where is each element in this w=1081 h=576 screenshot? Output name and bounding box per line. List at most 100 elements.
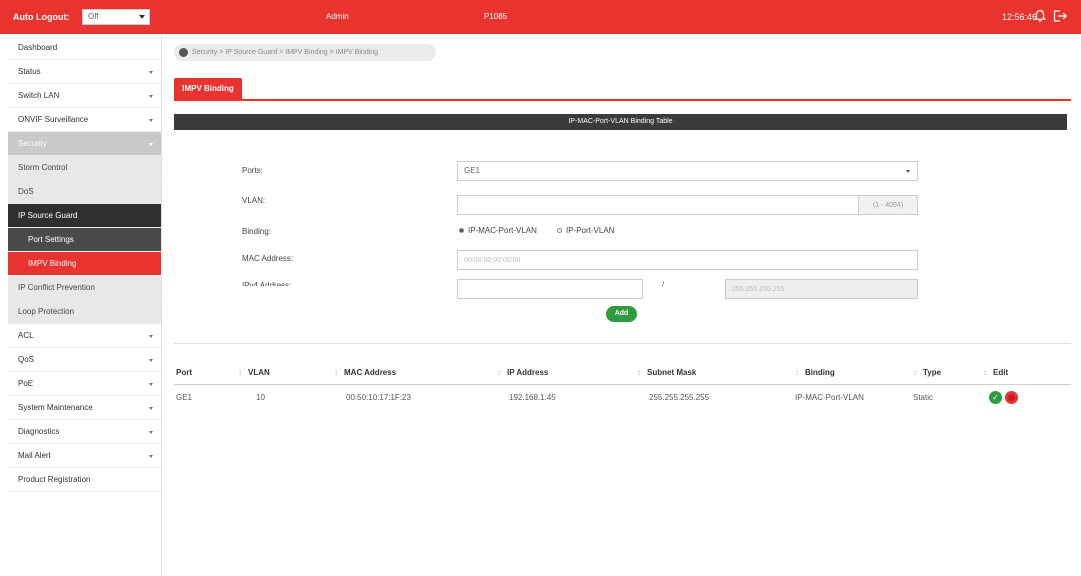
col-header-mac[interactable]: ↕ MAC Address: [332, 362, 495, 385]
chevron-down-icon: [149, 455, 153, 458]
col-header-binding[interactable]: ↕ Binding: [793, 362, 911, 385]
breadcrumb: Security > IP Source Guard > IMPV Bindin…: [174, 44, 436, 61]
sidebar-item-port-settings[interactable]: Port Settings: [8, 228, 161, 252]
panel-title: IP-MAC-Port-VLAN Binding Table: [174, 114, 1067, 130]
sort-icon: ↕: [795, 368, 799, 378]
col-header-vlan[interactable]: ↕ VLAN: [236, 362, 332, 385]
header-label: VLAN: [248, 368, 270, 378]
header-label: Binding: [805, 368, 835, 378]
sort-icon: ↕: [238, 368, 242, 378]
sidebar-item-ip-conflict-prevention[interactable]: IP Conflict Prevention: [8, 276, 161, 300]
cell-type: Static: [913, 392, 934, 402]
user-name: Admin: [326, 12, 349, 21]
sidebar-item-storm-control[interactable]: Storm Control: [8, 156, 161, 180]
chevron-down-icon: [149, 335, 153, 338]
sort-icon: ↕: [983, 368, 987, 378]
sidebar-item-label: Storm Control: [18, 163, 68, 172]
chevron-down-icon: [149, 359, 153, 362]
header-label: Subnet Mask: [647, 368, 697, 378]
sidebar-item-switch-lan[interactable]: Switch LAN: [8, 84, 161, 108]
sidebar-item-label: IP Source Guard: [18, 211, 78, 220]
col-header-ip[interactable]: ↕ IP Address: [495, 362, 635, 385]
ipv4-input[interactable]: [457, 279, 643, 299]
cell-mac: 00:50:10:17:1F:23: [346, 392, 411, 402]
sidebar-item-label: Switch LAN: [18, 91, 60, 100]
sidebar-item-label: ACL: [18, 331, 34, 340]
chevron-down-icon: [149, 431, 153, 434]
col-header-mask[interactable]: ↕ Subnet Mask: [635, 362, 793, 385]
sidebar-item-mail-alert[interactable]: Mail Alert: [8, 444, 161, 468]
table-row: GE1 10 00:50:10:17:1F:23 192.168.1.45 25…: [174, 384, 1071, 410]
subnet-mask-input[interactable]: 255.255.255.255: [725, 279, 918, 299]
binding-radio-ip-port-vlan[interactable]: IP-Port-VLAN: [557, 226, 614, 235]
vlan-input[interactable]: [457, 195, 859, 215]
cell-ip: 192.168.1.45: [509, 392, 556, 402]
header-label: Port: [176, 368, 192, 378]
home-icon[interactable]: [179, 48, 188, 57]
cell-binding: IP-MAC-Port-VLAN: [795, 392, 864, 402]
logout-icon[interactable]: [1052, 9, 1068, 23]
divider: [174, 343, 1071, 344]
sidebar-item-label: IP Conflict Prevention: [18, 283, 95, 292]
bell-icon[interactable]: [1033, 9, 1047, 23]
sidebar-item-dos[interactable]: DoS: [8, 180, 161, 204]
sidebar-item-onvif[interactable]: ONVIF Surveillance: [8, 108, 161, 132]
sidebar-item-label: Status: [18, 67, 41, 76]
vlan-range: (1 - 4094): [859, 195, 918, 215]
radio-selected-icon: [459, 228, 464, 234]
tab-impv-binding[interactable]: IMPV Binding: [174, 78, 242, 100]
sidebar-item-dashboard[interactable]: Dashboard: [8, 36, 161, 60]
col-header-port[interactable]: Port: [174, 362, 236, 385]
cell-edit: ✓: [981, 384, 1071, 410]
mac-input[interactable]: 00:00:00:00:00:00: [457, 250, 918, 270]
sidebar-item-system-maintenance[interactable]: System Maintenance: [8, 396, 161, 420]
sidebar-item-ip-source-guard[interactable]: IP Source Guard: [8, 204, 161, 228]
sidebar-item-label: QoS: [18, 355, 35, 364]
ipv4-label: IPv4 Address:: [242, 281, 292, 290]
binding-option-label: IP-MAC-Port-VLAN: [468, 226, 537, 235]
vlan-label: VLAN:: [242, 196, 266, 205]
sidebar-item-label: Diagnostics: [18, 427, 60, 436]
sidebar-item-label: Port Settings: [28, 235, 74, 244]
sort-icon: ↕: [637, 368, 641, 378]
delete-icon[interactable]: [1005, 390, 1018, 404]
binding-table: Port ↕ VLAN ↕ MAC Address ↕ IP Address ↕ Sub…: [174, 362, 1071, 410]
cell-vlan: 10: [256, 392, 265, 402]
ports-label: Ports:: [242, 166, 263, 175]
sidebar-item-label: Loop Protection: [18, 307, 75, 316]
sidebar-item-poe[interactable]: PoE: [8, 372, 161, 396]
add-button[interactable]: Add: [606, 306, 637, 322]
sidebar-item-product-registration[interactable]: Product Registration: [8, 468, 161, 492]
chevron-down-icon: [149, 407, 153, 410]
chevron-down-icon: [149, 95, 153, 98]
sidebar-item-security[interactable]: Security: [8, 132, 161, 156]
slash-separator: /: [662, 280, 665, 289]
sidebar-item-qos[interactable]: QoS: [8, 348, 161, 372]
cell-port: GE1: [176, 392, 193, 402]
breadcrumb-text: Security > IP Source Guard > IMPV Bindin…: [192, 49, 379, 56]
sort-icon: ↕: [334, 368, 338, 378]
tab-underline: [174, 99, 1071, 101]
col-header-edit[interactable]: ↕ Edit: [981, 362, 1071, 385]
ports-value: GE1: [464, 166, 481, 175]
sidebar-item-label: Dashboard: [18, 43, 58, 52]
clock: 12:56:46: [1002, 12, 1038, 22]
sort-icon: ↕: [913, 368, 917, 378]
sidebar-item-impv-binding[interactable]: IMPV Binding: [8, 252, 161, 276]
chevron-down-icon: [149, 71, 153, 74]
auto-logout-select[interactable]: Off: [82, 9, 150, 25]
sidebar-item-label: Mail Alert: [18, 451, 51, 460]
sidebar-item-status[interactable]: Status: [8, 60, 161, 84]
top-bar: Auto Logout: Off Admin P1085 12:56:46: [0, 0, 1081, 34]
sidebar-item-diagnostics[interactable]: Diagnostics: [8, 420, 161, 444]
sidebar-item-label: IMPV Binding: [28, 259, 77, 268]
sidebar-item-loop-protection[interactable]: Loop Protection: [8, 300, 161, 324]
sidebar-item-acl[interactable]: ACL: [8, 324, 161, 348]
cell-mask: 255.255.255.255: [649, 392, 710, 402]
mac-placeholder: 00:00:00:00:00:00: [464, 257, 521, 264]
ports-select[interactable]: GE1: [457, 161, 918, 181]
binding-radio-ip-mac-port-vlan[interactable]: IP-MAC-Port-VLAN: [459, 226, 537, 235]
check-icon[interactable]: ✓: [989, 390, 1002, 404]
col-header-type[interactable]: ↕ Type: [911, 362, 981, 385]
binding-label: Binding:: [242, 227, 271, 236]
